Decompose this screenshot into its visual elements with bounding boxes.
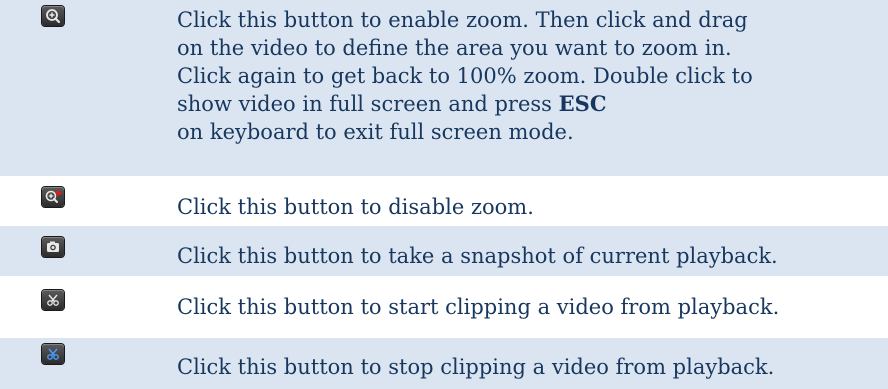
icon-cell: [0, 182, 176, 220]
row-description: Click this button to enable zoom. Then c…: [177, 6, 877, 146]
icon-cell: [0, 0, 176, 176]
row-description: Click this button to start clipping a vi…: [177, 295, 780, 319]
table-row-snapshot: Click this button to take a snapshot of …: [0, 226, 888, 276]
camera-snapshot-icon: [42, 237, 64, 257]
scissors-stop-clip-icon: [42, 344, 64, 364]
row-description: Click this button to take a snapshot of …: [177, 244, 778, 268]
icon-cell: [0, 338, 176, 389]
zoom-in-icon: [42, 6, 64, 26]
table-row-start-clip: Click this button to start clipping a vi…: [0, 284, 888, 330]
description-line: on keyboard to exit full screen mode.: [177, 120, 574, 144]
description-text: show video in full screen and press: [177, 92, 552, 116]
table-row-zoom-disable: Click this button to disable zoom.: [0, 182, 888, 220]
description-line: show video in full screen and press ESC: [177, 90, 877, 118]
icon-cell: [0, 226, 176, 276]
icon-cell: [0, 284, 176, 330]
zoom-disable-icon: [42, 187, 64, 207]
row-description: Click this button to stop clipping a vid…: [177, 355, 775, 379]
esc-key-label: ESC: [558, 91, 607, 116]
description-line: Click again to get back to 100% zoom. Do…: [177, 64, 753, 88]
table-row-zoom-enable: Click this button to enable zoom. Then c…: [0, 0, 888, 176]
description-line: Click this button to enable zoom. Then c…: [177, 8, 748, 32]
scissors-start-clip-icon: [42, 290, 64, 310]
row-description: Click this button to disable zoom.: [177, 195, 534, 219]
table-row-stop-clip: Click this button to stop clipping a vid…: [0, 338, 888, 389]
description-line: on the video to define the area you want…: [177, 36, 732, 60]
